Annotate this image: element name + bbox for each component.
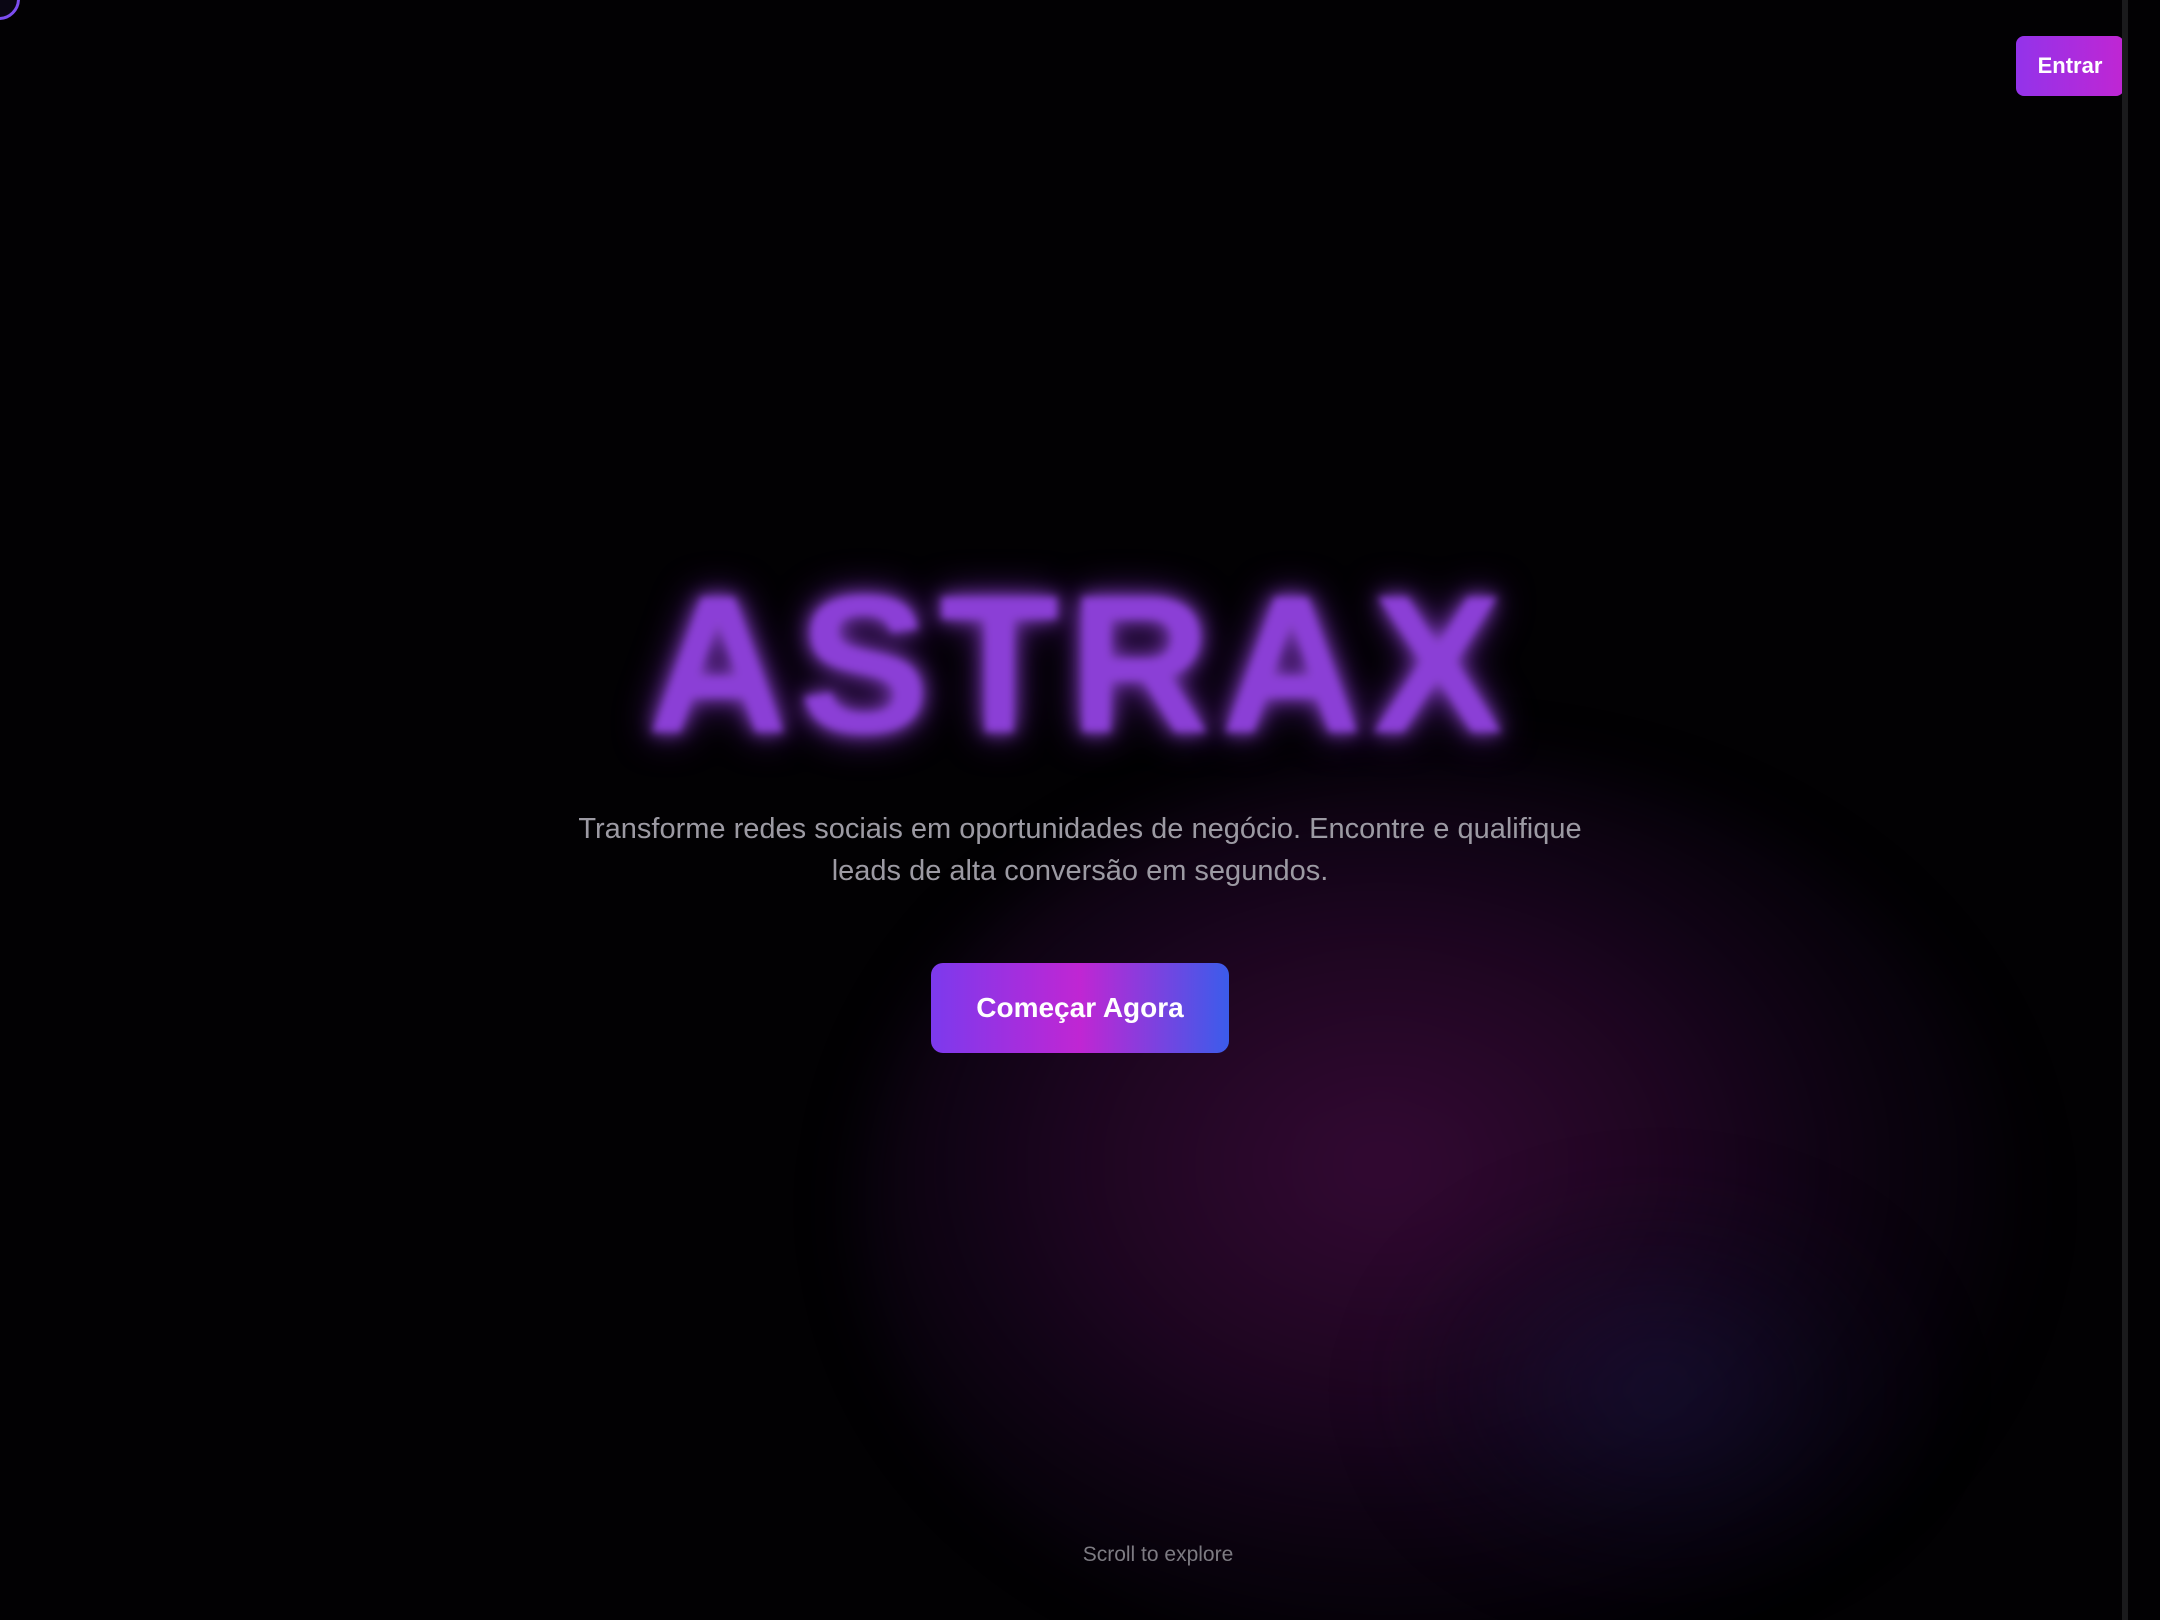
login-button[interactable]: Entrar [2016,36,2124,96]
hero-subtitle: Transforme redes sociais em oportunidade… [578,813,1582,887]
scrollbar[interactable] [2122,0,2128,1620]
scroll-hint: Scroll to explore [1082,1543,1234,1566]
hero-title: ASTRAX [647,555,1513,774]
get-started-button[interactable]: Começar Agora [931,963,1229,1053]
loading-circle-icon [0,0,20,20]
landing-page: Entrar ASTRAX Transforme redes sociais e… [0,0,2160,1620]
background-glow-blue [1380,1180,1940,1600]
